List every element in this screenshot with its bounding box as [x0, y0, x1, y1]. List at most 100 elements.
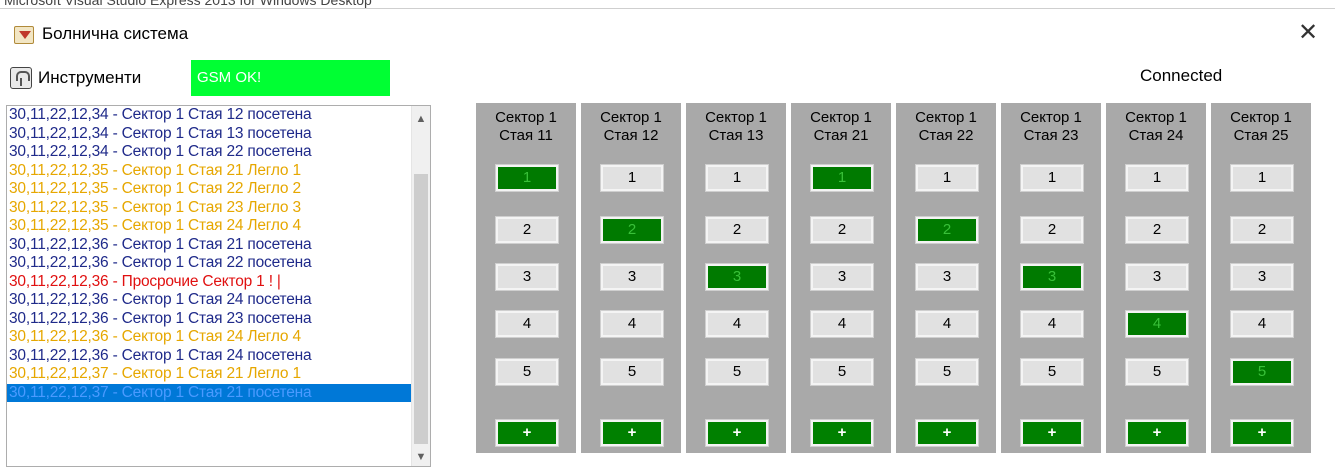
bed-button-5[interactable]: 5 — [1125, 358, 1189, 386]
gsm-status-label: GSM OK! — [191, 60, 390, 96]
bed-button-2[interactable]: 2 — [915, 216, 979, 244]
bed-button-2[interactable]: 2 — [1020, 216, 1084, 244]
bed-button-1[interactable]: 1 — [600, 164, 664, 192]
log-item[interactable]: 30,11,22,12,36 - Просрочие Сектор 1 ! | — [7, 273, 411, 292]
bed-button-2[interactable]: 2 — [1125, 216, 1189, 244]
add-bed-button[interactable]: + — [600, 419, 664, 447]
room-column: Сектор 1 Стая 11 1 2 3 4 5 + — [476, 103, 576, 453]
log-item[interactable]: 30,11,22,12,35 - Сектор 1 Стая 23 Легло … — [7, 199, 411, 218]
bed-button-4[interactable]: 4 — [1230, 310, 1294, 338]
bed-button-3[interactable]: 3 — [810, 263, 874, 291]
bed-button-5[interactable]: 5 — [495, 358, 559, 386]
log-item[interactable]: 30,11,22,12,36 - Сектор 1 Стая 24 Легло … — [7, 328, 411, 347]
room-title: Сектор 1 Стая 21 — [791, 109, 891, 145]
tools-menu[interactable]: Инструменти — [10, 62, 141, 94]
room-title: Сектор 1 Стая 25 — [1211, 109, 1311, 145]
window-title: Болнична система — [42, 24, 189, 43]
connection-status-label: Connected — [1140, 66, 1223, 85]
bed-button-4[interactable]: 4 — [810, 310, 874, 338]
scroll-down-arrow-icon[interactable]: ▼ — [412, 448, 430, 466]
scroll-thumb[interactable] — [414, 174, 428, 444]
room-title: Сектор 1 Стая 22 — [896, 109, 996, 145]
bed-button-1[interactable]: 1 — [915, 164, 979, 192]
bed-button-4[interactable]: 4 — [1125, 310, 1189, 338]
tools-menu-label: Инструменти — [38, 68, 142, 87]
bed-button-4[interactable]: 4 — [600, 310, 664, 338]
room-column: Сектор 1 Стая 12 1 2 3 4 5 + — [581, 103, 681, 453]
background-window-title: Microsoft Visual Studio Express 2013 for… — [4, 0, 372, 8]
bed-button-4[interactable]: 4 — [495, 310, 559, 338]
room-title: Сектор 1 Стая 24 — [1106, 109, 1206, 145]
bed-button-2[interactable]: 2 — [1230, 216, 1294, 244]
room-column: Сектор 1 Стая 24 1 2 3 4 5 + — [1106, 103, 1206, 453]
bed-button-1[interactable]: 1 — [810, 164, 874, 192]
bed-button-1[interactable]: 1 — [1125, 164, 1189, 192]
add-bed-button[interactable]: + — [1125, 419, 1189, 447]
bed-button-5[interactable]: 5 — [1230, 358, 1294, 386]
log-item[interactable]: 30,11,22,12,36 - Сектор 1 Стая 24 посете… — [7, 291, 411, 310]
log-item[interactable]: 30,11,22,12,35 - Сектор 1 Стая 24 Легло … — [7, 217, 411, 236]
bed-button-5[interactable]: 5 — [810, 358, 874, 386]
room-column: Сектор 1 Стая 22 1 2 3 4 5 + — [896, 103, 996, 453]
log-item[interactable]: 30,11,22,12,36 - Сектор 1 Стая 21 посете… — [7, 236, 411, 255]
bed-button-5[interactable]: 5 — [915, 358, 979, 386]
bed-button-3[interactable]: 3 — [600, 263, 664, 291]
bed-button-5[interactable]: 5 — [705, 358, 769, 386]
close-button[interactable]: ✕ — [1293, 18, 1323, 48]
add-bed-button[interactable]: + — [810, 419, 874, 447]
bed-button-2[interactable]: 2 — [810, 216, 874, 244]
background-window-title-strip: Microsoft Visual Studio Express 2013 for… — [0, 0, 1335, 9]
room-number-label: Стая 12 — [603, 127, 659, 144]
add-bed-button[interactable]: + — [705, 419, 769, 447]
bed-button-3[interactable]: 3 — [915, 263, 979, 291]
bed-button-2[interactable]: 2 — [705, 216, 769, 244]
bed-button-4[interactable]: 4 — [1020, 310, 1084, 338]
bed-button-1[interactable]: 1 — [705, 164, 769, 192]
add-bed-button[interactable]: + — [915, 419, 979, 447]
log-item[interactable]: 30,11,22,12,34 - Сектор 1 Стая 22 посете… — [7, 143, 411, 162]
app-icon — [14, 26, 34, 44]
sector-rooms-panel: Сектор 1 Стая 11 1 2 3 4 5 + Сектор 1 Стая 12 1 2 3 4… — [466, 99, 1311, 459]
add-bed-button[interactable]: + — [495, 419, 559, 447]
toolbar: Инструменти GSM OK! Connected — [0, 56, 1335, 100]
add-bed-button[interactable]: + — [1020, 419, 1084, 447]
room-sector-label: Сектор 1 — [1230, 109, 1292, 126]
room-column: Сектор 1 Стая 21 1 2 3 4 5 + — [791, 103, 891, 453]
room-number-label: Стая 11 — [499, 127, 553, 144]
log-item[interactable]: 30,11,22,12,36 - Сектор 1 Стая 23 посете… — [7, 310, 411, 329]
log-item[interactable]: 30,11,22,12,37 - Сектор 1 Стая 21 Легло … — [7, 365, 411, 384]
room-sector-label: Сектор 1 — [600, 109, 662, 126]
bed-button-3[interactable]: 3 — [495, 263, 559, 291]
log-item[interactable]: 30,11,22,12,36 - Сектор 1 Стая 22 посете… — [7, 254, 411, 273]
bed-button-2[interactable]: 2 — [495, 216, 559, 244]
bed-button-4[interactable]: 4 — [705, 310, 769, 338]
add-bed-button[interactable]: + — [1230, 419, 1294, 447]
bed-button-2[interactable]: 2 — [600, 216, 664, 244]
bed-button-1[interactable]: 1 — [1230, 164, 1294, 192]
log-item[interactable]: 30,11,22,12,34 - Сектор 1 Стая 12 посете… — [7, 106, 411, 125]
bed-button-1[interactable]: 1 — [495, 164, 559, 192]
room-column: Сектор 1 Стая 13 1 2 3 4 5 + — [686, 103, 786, 453]
bed-button-4[interactable]: 4 — [915, 310, 979, 338]
title-bar: Болнична система ✕ — [0, 10, 1335, 56]
log-scrollbar[interactable]: ▲ ▼ — [411, 106, 430, 466]
room-number-label: Стая 22 — [918, 127, 974, 144]
log-item[interactable]: 30,11,22,12,34 - Сектор 1 Стая 13 посете… — [7, 125, 411, 144]
bed-button-3[interactable]: 3 — [1020, 263, 1084, 291]
room-number-label: Стая 25 — [1233, 127, 1289, 144]
log-item[interactable]: 30,11,22,12,36 - Сектор 1 Стая 24 посете… — [7, 347, 411, 366]
room-sector-label: Сектор 1 — [1020, 109, 1082, 126]
log-item[interactable]: 30,11,22,12,37 - Сектор 1 Стая 21 посете… — [7, 383, 411, 402]
bed-button-3[interactable]: 3 — [1230, 263, 1294, 291]
bed-button-5[interactable]: 5 — [600, 358, 664, 386]
bed-button-3[interactable]: 3 — [705, 263, 769, 291]
bed-button-1[interactable]: 1 — [1020, 164, 1084, 192]
room-number-label: Стая 13 — [708, 127, 764, 144]
log-item[interactable]: 30,11,22,12,35 - Сектор 1 Стая 22 Легло … — [7, 180, 411, 199]
scroll-up-arrow-icon[interactable]: ▲ — [412, 110, 430, 128]
bed-button-5[interactable]: 5 — [1020, 358, 1084, 386]
bed-button-3[interactable]: 3 — [1125, 263, 1189, 291]
log-item[interactable]: 30,11,22,12,35 - Сектор 1 Стая 21 Легло … — [7, 162, 411, 181]
event-log-listbox[interactable]: 30,11,22,12,34 - Сектор 1 Стая 12 посете… — [6, 105, 431, 467]
room-sector-label: Сектор 1 — [495, 109, 557, 126]
